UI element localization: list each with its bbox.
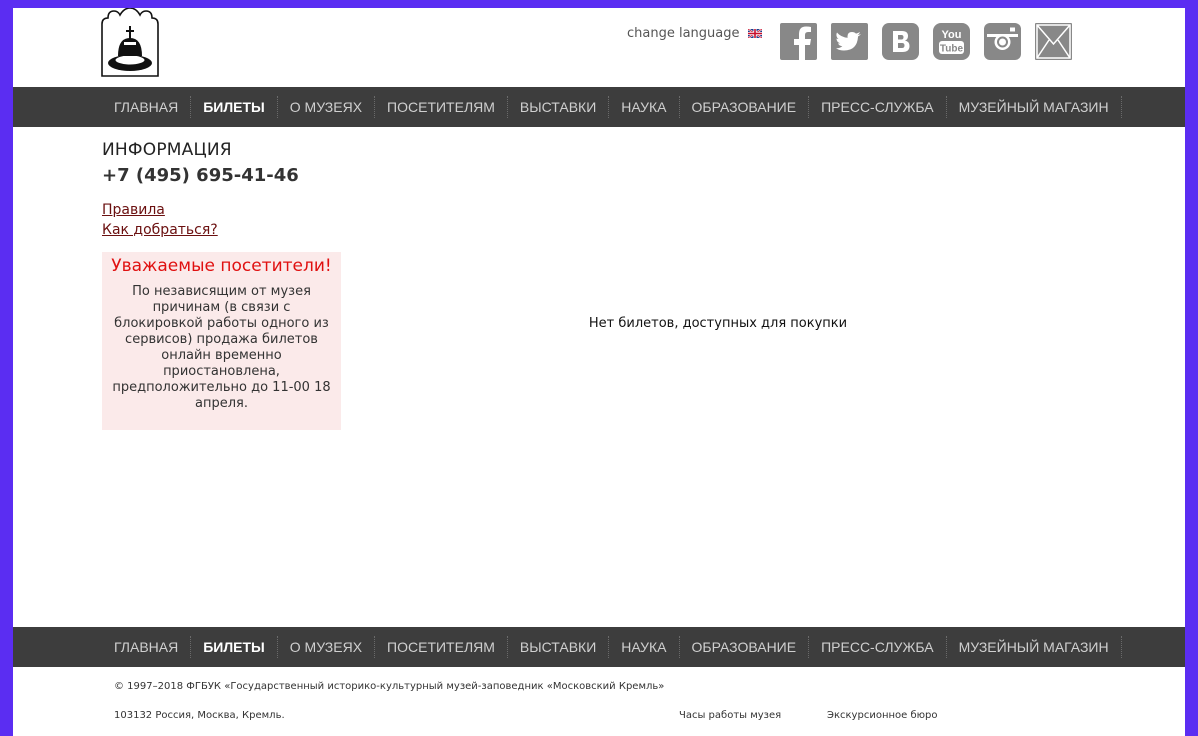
footer-nav-item-science[interactable]: НАУКА [609,636,680,658]
nav-item-tickets[interactable]: БИЛЕТЫ [191,96,278,118]
address-text: 103132 Россия, Москва, Кремль. [114,710,285,721]
social-links: You Tube [780,23,1072,60]
info-links: Правила Как добраться? [102,200,218,240]
phone-number: +7 (495) 695-41-46 [102,165,299,186]
notice-box: Уважаемые посетители! По независящим от … [102,252,341,430]
opening-hours-link[interactable]: Часы работы музея [679,710,781,721]
footer-nav-item-tickets[interactable]: БИЛЕТЫ [191,636,278,658]
footer-navigation: ГЛАВНАЯ БИЛЕТЫ О МУЗЕЯХ ПОСЕТИТЕЛЯМ ВЫСТ… [13,627,1185,667]
footer-nav-item-education[interactable]: ОБРАЗОВАНИЕ [680,636,810,658]
page-frame: change language You Tube ГЛАВНАЯ БИЛЕТЫ … [13,8,1185,736]
kremlin-museum-logo[interactable] [100,8,160,80]
nav-item-exhibitions[interactable]: ВЫСТАВКИ [508,96,610,118]
copyright-text: © 1997–2018 ФГБУК «Государственный истор… [114,681,665,692]
twitter-icon[interactable] [831,23,868,60]
directions-link[interactable]: Как добраться? [102,220,218,240]
footer-nav-item-home[interactable]: ГЛАВНАЯ [102,636,192,658]
rules-link[interactable]: Правила [102,200,218,220]
instagram-icon[interactable] [984,23,1021,60]
change-language-link[interactable]: change language [627,24,762,42]
main-navigation: ГЛАВНАЯ БИЛЕТЫ О МУЗЕЯХ ПОСЕТИТЕЛЯМ ВЫСТ… [13,87,1185,127]
footer-nav-item-press[interactable]: ПРЕСС-СЛУЖБА [809,636,947,658]
no-tickets-message: Нет билетов, доступных для покупки [588,316,848,331]
vk-icon[interactable] [882,23,919,60]
youtube-icon[interactable]: You Tube [933,23,970,60]
facebook-icon[interactable] [780,23,817,60]
info-heading: ИНФОРМАЦИЯ [102,140,232,160]
footer-nav-item-exhibitions[interactable]: ВЫСТАВКИ [508,636,610,658]
notice-title: Уважаемые посетители! [111,256,332,276]
nav-item-visitors[interactable]: ПОСЕТИТЕЛЯМ [375,96,508,118]
nav-item-about-museums[interactable]: О МУЗЕЯХ [278,96,376,118]
nav-item-home[interactable]: ГЛАВНАЯ [102,96,192,118]
footer-nav-item-shop[interactable]: МУЗЕЙНЫЙ МАГАЗИН [947,636,1122,658]
notice-text: По независящим от музея причинам (в связ… [112,284,331,411]
footer-nav-item-visitors[interactable]: ПОСЕТИТЕЛЯМ [375,636,508,658]
nav-item-shop[interactable]: МУЗЕЙНЫЙ МАГАЗИН [947,96,1122,118]
mail-icon[interactable] [1035,23,1072,60]
nav-item-press[interactable]: ПРЕСС-СЛУЖБА [809,96,947,118]
youtube-text-you: You [942,29,962,41]
uk-flag-icon [747,28,762,38]
nav-item-science[interactable]: НАУКА [609,96,680,118]
youtube-text-tube: Tube [940,44,964,55]
change-language-label: change language [627,25,740,41]
footer-nav-item-about-museums[interactable]: О МУЗЕЯХ [278,636,376,658]
nav-item-education[interactable]: ОБРАЗОВАНИЕ [680,96,810,118]
excursion-bureau-link[interactable]: Экскурсионное бюро [827,710,938,721]
